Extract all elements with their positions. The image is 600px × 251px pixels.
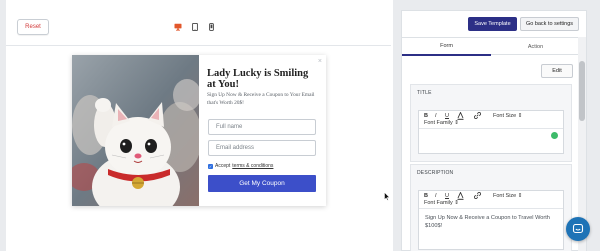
sidebar-tabs: Form Action xyxy=(402,37,580,56)
terms-prefix: Accept xyxy=(215,163,231,169)
font-size-select[interactable]: Font Size ⇕ xyxy=(493,113,522,119)
terms-row: ✓ Accept terms & conditions xyxy=(208,163,273,169)
scroll-thumb[interactable] xyxy=(579,61,585,121)
font-family-select[interactable]: Font Family ⇕ xyxy=(424,120,459,126)
canvas-toolbar: Reset xyxy=(6,10,391,46)
popup-description: Sign Up Now & Receive a Coupon to Your E… xyxy=(207,92,315,106)
chat-support-button[interactable] xyxy=(566,217,590,241)
reset-button[interactable]: Reset xyxy=(17,19,49,35)
edit-button[interactable]: Edit xyxy=(541,64,573,78)
description-section-label: DESCRIPTION xyxy=(417,170,454,176)
italic-button[interactable]: I xyxy=(435,193,437,199)
font-size-arrows-icon: ⇕ xyxy=(517,113,523,119)
editor-canvas: Reset × Lady Lucky is Smiling at You! Si… xyxy=(0,0,393,251)
title-editor[interactable]: B I U Font Size ⇕ Font Family ⇕ xyxy=(418,110,564,154)
save-template-button[interactable]: Save Template xyxy=(468,17,517,31)
terms-checkbox[interactable]: ✓ xyxy=(208,163,213,169)
font-family-label: Font Family xyxy=(424,120,453,126)
sidebar-actions: Save Template Go back to settings xyxy=(402,11,588,37)
back-to-settings-button[interactable]: Go back to settings xyxy=(520,17,579,31)
font-family-label: Font Family xyxy=(424,200,453,206)
font-family-arrows-icon: ⇕ xyxy=(454,200,459,206)
mobile-icon[interactable] xyxy=(207,22,215,31)
font-size-label: Font Size xyxy=(493,193,517,199)
font-size-label: Font Size xyxy=(493,113,517,119)
tab-form[interactable]: Form xyxy=(402,38,491,56)
title-section-label: TITLE xyxy=(417,90,432,96)
description-editor[interactable]: B I U Font Size ⇕ Font Family ⇕ Sign Up … xyxy=(418,190,564,250)
full-name-input[interactable]: Full name xyxy=(208,119,316,135)
grammar-check-icon[interactable] xyxy=(551,132,558,139)
mouse-cursor-icon xyxy=(384,188,390,206)
terms-link[interactable]: terms & conditions xyxy=(232,163,273,169)
bold-button[interactable]: B xyxy=(424,113,428,119)
font-family-select[interactable]: Font Family ⇕ xyxy=(424,200,459,206)
link-icon[interactable] xyxy=(474,192,481,201)
popup-close-icon[interactable]: × xyxy=(318,58,322,65)
get-coupon-button[interactable]: Get My Coupon xyxy=(208,175,316,192)
popup-preview: × Lady Lucky is Smiling at You! Sign Up … xyxy=(72,55,326,206)
tab-action[interactable]: Action xyxy=(491,38,580,56)
description-editor-body[interactable]: Sign Up Now & Receive a Coupon to Travel… xyxy=(425,214,555,230)
tablet-icon[interactable] xyxy=(191,22,199,31)
email-input[interactable]: Email address xyxy=(208,140,316,156)
font-size-arrows-icon: ⇕ xyxy=(517,193,523,199)
lucky-cat-image xyxy=(72,55,199,206)
italic-button[interactable]: I xyxy=(435,113,437,119)
settings-sidebar: Save Template Go back to settings Form A… xyxy=(401,10,587,251)
link-icon[interactable] xyxy=(474,112,481,121)
description-section: DESCRIPTION B I U Font Size ⇕ Font Famil… xyxy=(410,164,572,251)
title-editor-toolbar: B I U Font Size ⇕ Font Family ⇕ xyxy=(419,111,563,129)
title-section: TITLE B I U Font Size ⇕ Font Family ⇕ xyxy=(410,84,572,162)
underline-button[interactable]: U xyxy=(445,193,449,199)
chat-icon xyxy=(572,223,584,234)
font-size-select[interactable]: Font Size ⇕ xyxy=(493,193,522,199)
description-editor-toolbar: B I U Font Size ⇕ Font Family ⇕ xyxy=(419,191,563,209)
desktop-icon[interactable] xyxy=(174,22,182,31)
popup-title: Lady Lucky is Smiling at You! xyxy=(207,68,309,90)
underline-button[interactable]: U xyxy=(445,113,449,119)
bold-button[interactable]: B xyxy=(424,193,428,199)
font-family-arrows-icon: ⇕ xyxy=(454,120,459,126)
